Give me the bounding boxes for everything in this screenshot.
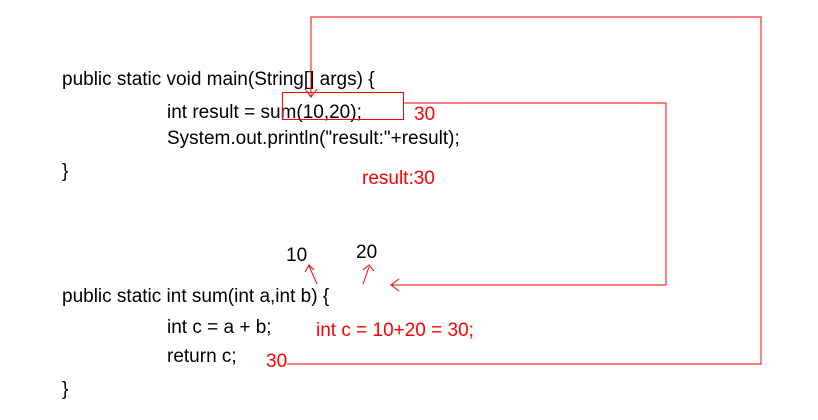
return-value-label: 30 xyxy=(266,351,288,372)
sum-line-add: int c = a + b; xyxy=(167,317,272,338)
main-signature: public static void main(String[] args) { xyxy=(62,69,375,90)
arg-b-arrowhead xyxy=(362,264,375,272)
arg-b-value-label: 20 xyxy=(356,242,378,263)
sum-close-brace: } xyxy=(62,379,69,400)
arg-a-arrow-line xyxy=(308,265,318,285)
arg-a-arrowhead xyxy=(304,264,315,273)
sum-signature: public static int sum(int a,int b) { xyxy=(62,286,330,307)
call-flow-arrowhead xyxy=(390,278,400,292)
main-line-println: System.out.println("result:"+result); xyxy=(167,128,460,149)
flow-arrows xyxy=(282,16,762,365)
call-flow-diagram: public static void main(String[] args) {… xyxy=(0,0,818,420)
return-flow-arrowhead xyxy=(304,88,318,98)
returned-value-label: 30 xyxy=(414,104,436,125)
arg-b-arrow-line xyxy=(362,266,370,285)
main-line-prefix: int result = xyxy=(167,102,261,123)
calc-note: int c = 10+20 = 30; xyxy=(316,320,474,341)
printed-output-label: result:30 xyxy=(362,168,435,189)
main-close-brace: } xyxy=(62,161,69,182)
sum-line-return: return c; xyxy=(167,346,237,367)
sum-call-expression: sum(10,20) xyxy=(260,102,357,123)
main-line-semicolon: ; xyxy=(356,102,362,123)
arg-a-value-label: 10 xyxy=(286,245,308,266)
main-line-result-assignment: int result = sum(10,20); xyxy=(167,103,362,123)
